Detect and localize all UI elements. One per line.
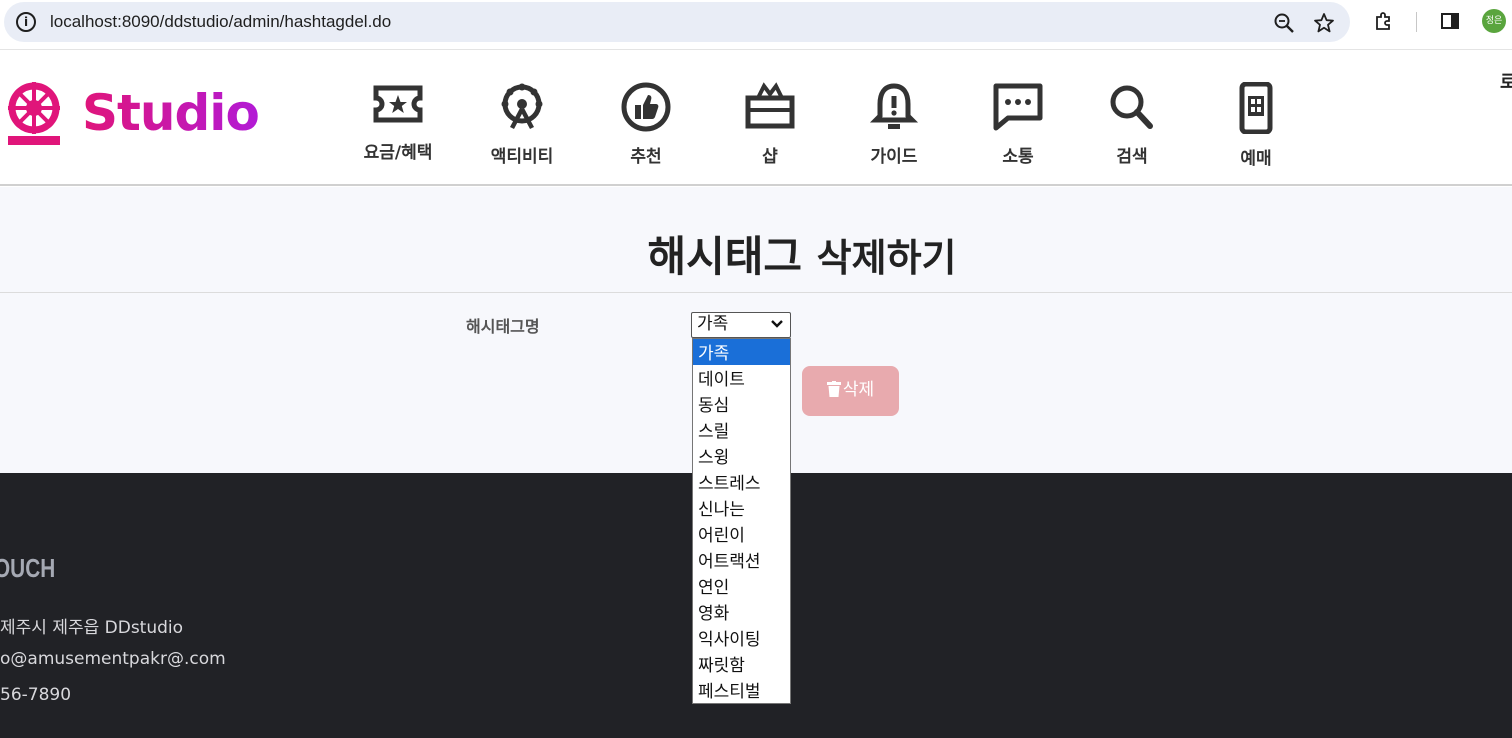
page-title: 해시태그 삭제하기 [647, 232, 957, 281]
nav-label: 추천 [630, 147, 662, 167]
site-header: Studio 요금/혜택 액티비티 추천 샵 가이드 소통 검색 예매 로 [0, 50, 1512, 186]
ticket-icon [373, 85, 423, 123]
nav-label: 검색 [1116, 147, 1148, 167]
nav-activity[interactable]: 액티비티 [472, 82, 572, 167]
dropdown-option[interactable]: 가족 [693, 339, 790, 365]
dropdown-option[interactable]: 짜릿함 [693, 651, 790, 677]
address-bar[interactable]: i localhost:8090/ddstudio/admin/hashtagd… [4, 2, 1350, 42]
dropdown-option[interactable]: 데이트 [693, 365, 790, 391]
search-icon [1110, 85, 1153, 129]
nav-label: 예매 [1240, 149, 1272, 169]
browser-toolbar: i localhost:8090/ddstudio/admin/hashtagd… [0, 0, 1512, 50]
dropdown-option[interactable]: 스릴 [693, 417, 790, 443]
delete-button-label: 삭제 [842, 380, 875, 400]
logo-text: Studio [82, 84, 260, 142]
nav-label: 액티비티 [490, 147, 554, 167]
zoom-icon[interactable] [1272, 11, 1296, 35]
bell-alert-icon [869, 83, 919, 129]
nav-label: 소통 [1002, 147, 1034, 167]
extensions-icon[interactable] [1372, 9, 1396, 33]
nav-reservation[interactable]: 예매 [1206, 82, 1306, 169]
footer-email: o@amusementpakr@.com [0, 649, 226, 669]
nav-shop[interactable]: 샵 [720, 82, 820, 167]
delete-button[interactable]: 삭제 [802, 366, 899, 416]
ferris-logo-icon [8, 82, 60, 145]
dropdown-option[interactable]: 연인 [693, 573, 790, 599]
nav-label: 요금/혜택 [363, 143, 433, 163]
toolbar-divider [1416, 12, 1417, 32]
side-panel-icon[interactable] [1438, 9, 1462, 33]
mobile-phone-icon [1239, 82, 1273, 134]
chat-bubble-icon [993, 83, 1043, 131]
nav-community[interactable]: 소통 [968, 82, 1068, 167]
header-cut-off-text: 로 [1500, 72, 1512, 88]
gift-box-icon [745, 82, 795, 129]
dropdown-option[interactable]: 영화 [693, 599, 790, 625]
trash-icon [826, 381, 841, 397]
hashtag-select[interactable]: 가족 [691, 312, 791, 338]
dropdown-option[interactable]: 스트레스 [693, 469, 790, 495]
dropdown-option[interactable]: 페스티벌 [693, 677, 790, 703]
chevron-down-icon [771, 320, 783, 328]
nav-recommend[interactable]: 추천 [596, 82, 696, 167]
nav-guide[interactable]: 가이드 [844, 82, 944, 167]
dropdown-option[interactable]: 스윙 [693, 443, 790, 469]
dropdown-option[interactable]: 신나는 [693, 495, 790, 521]
nav-label: 샵 [762, 147, 778, 167]
dropdown-option[interactable]: 어트랙션 [693, 547, 790, 573]
site-info-icon[interactable]: i [16, 12, 36, 32]
hashtag-name-label: 해시태그명 [466, 317, 540, 336]
ferris-wheel-icon [501, 83, 543, 130]
bookmark-star-icon[interactable] [1312, 11, 1336, 35]
dropdown-option[interactable]: 어린이 [693, 521, 790, 547]
nav-pricing[interactable]: 요금/혜택 [348, 82, 448, 163]
dropdown-option[interactable]: 익사이팅 [693, 625, 790, 651]
footer-address: 제주시 제주읍 DDstudio [0, 618, 184, 638]
footer-heading: OUCH [0, 553, 56, 583]
hashtag-dropdown-list[interactable]: 가족 데이트 동심 스릴 스윙 스트레스 신나는 어린이 어트랙션 연인 영화 익사이팅 짜릿함 페스티벌 [692, 338, 791, 704]
footer-phone: 56-7890 [0, 685, 72, 705]
nav-label: 가이드 [870, 147, 918, 167]
url-text[interactable]: localhost:8090/ddstudio/admin/hashtagdel… [50, 12, 391, 32]
nav-search[interactable]: 검색 [1082, 82, 1182, 167]
select-value: 가족 [697, 314, 729, 334]
profile-avatar[interactable]: 정은 [1482, 9, 1506, 33]
thumbs-up-icon [621, 82, 671, 132]
title-divider [0, 292, 1512, 293]
dropdown-option[interactable]: 동심 [693, 391, 790, 417]
